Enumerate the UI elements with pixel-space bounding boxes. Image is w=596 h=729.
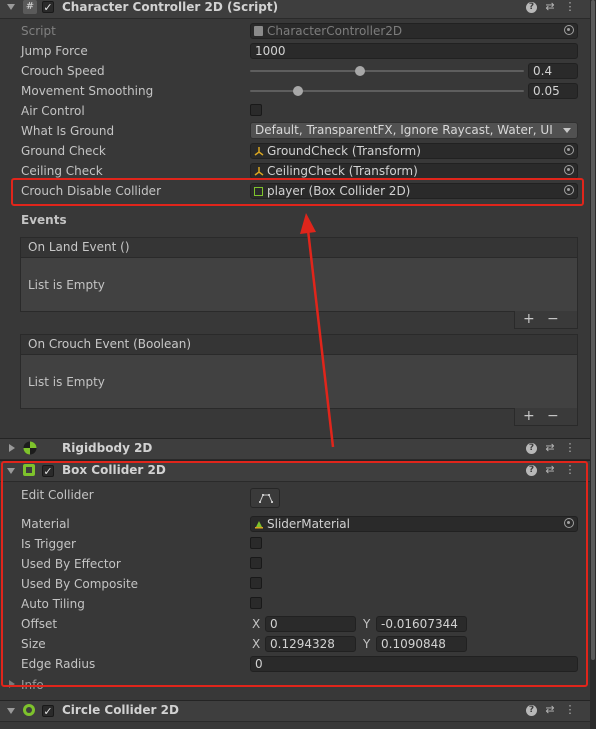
- air-control-checkbox[interactable]: [250, 104, 262, 116]
- what-is-ground-dropdown[interactable]: Default, TransparentFX, Ignore Raycast, …: [250, 122, 578, 139]
- remove-listener-button[interactable]: −: [547, 408, 559, 424]
- rigidbody-header[interactable]: Rigidbody 2D ? ⇄ ⋮: [0, 438, 590, 460]
- help-icon[interactable]: ?: [526, 2, 537, 13]
- character-controller-enabled-checkbox[interactable]: ✓: [42, 1, 54, 13]
- on-land-event-box: On Land Event () List is Empty: [20, 237, 578, 312]
- script-value: CharacterController2D: [267, 24, 403, 38]
- what-is-ground-label: What Is Ground: [21, 124, 115, 138]
- checkmark-icon: ✓: [43, 1, 53, 14]
- ground-check-label: Ground Check: [21, 144, 106, 158]
- remove-listener-button[interactable]: −: [547, 311, 559, 327]
- kebab-menu-icon[interactable]: ⋮: [563, 0, 577, 14]
- crouch-speed-label: Crouch Speed: [21, 64, 105, 78]
- crouch-speed-slider-track[interactable]: [250, 70, 524, 72]
- object-picker-icon[interactable]: [564, 145, 574, 155]
- ground-check-field[interactable]: GroundCheck (Transform): [250, 143, 578, 159]
- help-icon[interactable]: ?: [526, 705, 537, 716]
- on-crouch-list-empty: List is Empty: [28, 375, 105, 389]
- script-label: Script: [21, 24, 56, 38]
- on-crouch-event-title: On Crouch Event (Boolean): [21, 335, 577, 355]
- ceiling-check-field[interactable]: CeilingCheck (Transform): [250, 163, 578, 179]
- help-icon[interactable]: ?: [526, 443, 537, 454]
- scrollbar-thumb[interactable]: [591, 0, 595, 660]
- ground-check-value: GroundCheck (Transform): [267, 144, 421, 158]
- movement-smoothing-input[interactable]: 0.05: [528, 83, 578, 99]
- what-is-ground-value: Default, TransparentFX, Ignore Raycast, …: [255, 123, 553, 137]
- ceiling-check-label: Ceiling Check: [21, 164, 103, 178]
- foldout-open-icon[interactable]: [7, 4, 15, 10]
- events-label: Events: [21, 213, 67, 227]
- transform-icon: [254, 147, 264, 156]
- checkmark-icon: ✓: [43, 705, 53, 718]
- rigidbody-icon: [23, 441, 37, 455]
- kebab-menu-icon[interactable]: ⋮: [563, 703, 577, 717]
- jump-force-label: Jump Force: [21, 44, 88, 58]
- circle-collider-header[interactable]: ✓ Circle Collider 2D ? ⇄ ⋮: [0, 700, 590, 722]
- on-land-event-title: On Land Event (): [21, 238, 577, 258]
- preset-icon[interactable]: ⇄: [543, 703, 557, 717]
- object-picker-icon[interactable]: [564, 25, 574, 35]
- circle-collider-title: Circle Collider 2D: [62, 703, 179, 717]
- annotation-box-crouch-disable-collider: [11, 178, 584, 206]
- crouch-speed-slider-thumb[interactable]: [354, 66, 365, 76]
- jump-force-input[interactable]: 1000: [250, 43, 578, 59]
- on-crouch-event-buttons: + −: [514, 408, 578, 426]
- preset-icon[interactable]: ⇄: [543, 441, 557, 455]
- crouch-speed-input[interactable]: 0.4: [528, 63, 578, 79]
- rigidbody-title: Rigidbody 2D: [62, 441, 153, 455]
- kebab-menu-icon[interactable]: ⋮: [563, 441, 577, 455]
- on-land-list-empty: List is Empty: [28, 278, 105, 292]
- character-controller-header[interactable]: # ✓ Character Controller 2D (Script) ? ⇄…: [0, 0, 590, 19]
- dropdown-arrow-icon: [563, 128, 571, 133]
- add-listener-button[interactable]: +: [523, 311, 535, 327]
- circle-collider-enabled-checkbox[interactable]: ✓: [42, 705, 54, 717]
- script-field[interactable]: CharacterController2D: [250, 23, 578, 39]
- script-hash-icon: #: [23, 0, 37, 14]
- foldout-closed-icon[interactable]: [9, 444, 15, 452]
- foldout-open-icon[interactable]: [7, 708, 15, 714]
- ceiling-check-value: CeilingCheck (Transform): [267, 164, 418, 178]
- transform-icon: [254, 167, 264, 176]
- movement-smoothing-slider-track[interactable]: [250, 90, 524, 92]
- add-listener-button[interactable]: +: [523, 408, 535, 424]
- inspector-scrollbar[interactable]: [590, 0, 596, 729]
- on-land-event-buttons: + −: [514, 311, 578, 329]
- on-crouch-event-box: On Crouch Event (Boolean) List is Empty: [20, 334, 578, 409]
- air-control-label: Air Control: [21, 104, 85, 118]
- movement-smoothing-slider-thumb[interactable]: [292, 86, 303, 96]
- character-controller-title: Character Controller 2D (Script): [62, 0, 279, 14]
- object-picker-icon[interactable]: [564, 165, 574, 175]
- movement-smoothing-label: Movement Smoothing: [21, 84, 154, 98]
- script-file-icon: [254, 26, 263, 36]
- circle-collider-icon: [23, 704, 35, 716]
- annotation-box-box-collider: [1, 461, 588, 687]
- preset-icon[interactable]: ⇄: [543, 0, 557, 14]
